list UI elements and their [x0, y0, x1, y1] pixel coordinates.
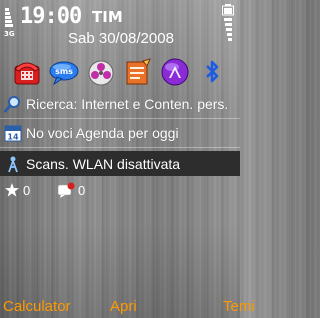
magnifier-icon — [4, 96, 20, 113]
wlan-row[interactable]: Scans. WLAN disattivata — [0, 151, 240, 176]
sms-icon[interactable]: sms — [49, 57, 79, 87]
agenda-row-label: No voci Agenda per oggi — [26, 125, 179, 141]
media-icon[interactable] — [86, 57, 116, 87]
notification-counters: 0 0 — [4, 180, 124, 200]
right-softkey[interactable]: Temi — [223, 297, 255, 317]
sms-label: sms — [55, 67, 73, 76]
messages-counter[interactable]: 0 — [57, 180, 85, 200]
message-icon — [57, 182, 75, 198]
calendar-icon: 14 — [4, 125, 22, 142]
divider — [0, 147, 240, 148]
calendar-day: 14 — [7, 133, 19, 142]
messages-count: 0 — [78, 182, 86, 198]
agenda-row[interactable]: 14 No voci Agenda per oggi — [4, 122, 240, 144]
clock: 19:00 — [20, 4, 82, 29]
phone-icon[interactable] — [12, 57, 42, 87]
middle-softkey[interactable]: Apri — [110, 297, 137, 317]
operator-name: TIM — [92, 8, 123, 26]
signal-strength-icon: 3G — [4, 8, 15, 42]
missed-events-counter[interactable]: 0 — [4, 180, 30, 200]
shortcut-bar: sms — [0, 54, 240, 90]
search-row[interactable]: Ricerca: Internet e Conten. pers. — [4, 93, 240, 115]
left-softkey[interactable]: Calculator — [3, 297, 71, 317]
bluetooth-icon[interactable] — [197, 57, 227, 87]
browser-icon[interactable] — [160, 57, 190, 87]
star-icon — [5, 183, 19, 197]
network-type-label: 3G — [4, 30, 15, 38]
notes-icon[interactable] — [123, 57, 153, 87]
date-label: Sab 30/08/2008 — [68, 30, 174, 47]
search-row-label: Ricerca: Internet e Conten. pers. — [26, 96, 229, 112]
wlan-icon — [8, 156, 18, 172]
wlan-row-label: Scans. WLAN disattivata — [26, 155, 181, 172]
divider — [0, 118, 240, 119]
battery-icon — [222, 4, 234, 41]
missed-events-count: 0 — [23, 182, 31, 198]
